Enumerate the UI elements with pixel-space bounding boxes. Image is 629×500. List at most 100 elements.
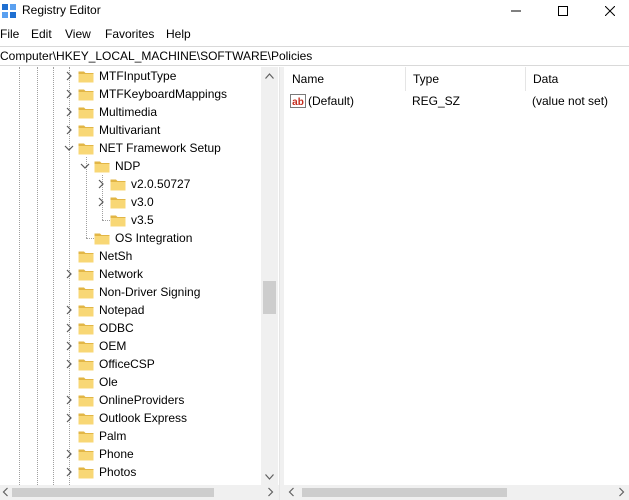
menu-view[interactable]: View: [65, 27, 91, 41]
chevron-down-icon[interactable]: [80, 161, 90, 171]
folder-icon: [94, 161, 110, 173]
folder-icon: [78, 377, 94, 389]
chevron-down-icon[interactable]: [64, 143, 74, 153]
tree-item-label: v3.0: [131, 195, 154, 209]
chevron-right-icon[interactable]: [616, 487, 626, 497]
chevron-right-icon[interactable]: [64, 89, 74, 99]
column-header-label: Name: [292, 72, 325, 86]
chevron-left-icon[interactable]: [287, 487, 297, 497]
menu-bar: File Edit View Favorites Help: [0, 26, 629, 44]
chevron-left-icon[interactable]: [1, 487, 11, 497]
scroll-thumb[interactable]: [302, 488, 507, 497]
scroll-up-button[interactable]: [261, 67, 278, 84]
folder-icon: [78, 143, 94, 155]
tree-item[interactable]: v3.5: [0, 211, 260, 229]
tree-item[interactable]: MTFInputType: [0, 67, 260, 85]
tree-item[interactable]: Non-Driver Signing: [0, 283, 260, 301]
chevron-right-icon[interactable]: [96, 179, 106, 189]
tree-item-label: OS Integration: [115, 231, 193, 245]
pane-splitter[interactable]: [279, 67, 284, 500]
folder-icon: [78, 107, 94, 119]
tree-item-label: MTFInputType: [99, 69, 177, 83]
list-horizontal-scrollbar[interactable]: [284, 485, 629, 500]
window-title: Registry Editor: [22, 3, 101, 17]
tree-item[interactable]: OS Integration: [0, 229, 260, 247]
column-header-name[interactable]: Name: [285, 67, 406, 91]
tree-item-label: Palm: [99, 429, 127, 443]
key-tree[interactable]: MTFInputType MTFKeyboardMappings Multimedi…: [0, 67, 279, 485]
value-data: (value not set): [532, 94, 609, 108]
tree-item-label: Outlook Express: [99, 411, 188, 425]
chevron-up-icon: [265, 72, 274, 79]
chevron-right-icon[interactable]: [64, 269, 74, 279]
menu-edit[interactable]: Edit: [31, 27, 52, 41]
maximize-button[interactable]: [540, 0, 586, 22]
tree-item[interactable]: Multimedia: [0, 103, 260, 121]
chevron-right-icon[interactable]: [64, 107, 74, 117]
chevron-right-icon[interactable]: [64, 125, 74, 135]
scroll-thumb[interactable]: [12, 488, 214, 497]
tree-item[interactable]: Palm: [0, 427, 260, 445]
registry-editor-icon: [2, 4, 16, 18]
tree-item-label: v2.0.50727: [131, 177, 191, 191]
minimize-button[interactable]: [493, 0, 539, 22]
tree-item[interactable]: OnlineProviders: [0, 391, 260, 409]
tree-item[interactable]: v3.0: [0, 193, 260, 211]
column-header-data[interactable]: Data: [526, 67, 629, 91]
tree-item[interactable]: MTFKeyboardMappings: [0, 85, 260, 103]
list-item[interactable]: ab (Default) REG_SZ (value not set): [285, 92, 629, 110]
chevron-right-icon[interactable]: [64, 71, 74, 81]
tree-item[interactable]: Network: [0, 265, 260, 283]
tree-item[interactable]: NetSh: [0, 247, 260, 265]
tree-item-label: Notepad: [99, 303, 145, 317]
tree-item-label: ODBC: [99, 321, 134, 335]
chevron-right-icon[interactable]: [64, 413, 74, 423]
scroll-down-button[interactable]: [261, 468, 278, 485]
chevron-right-icon[interactable]: [265, 487, 275, 497]
values-list[interactable]: Name Type Data ab (Default) REG_SZ (valu…: [285, 67, 629, 485]
tree-vertical-scrollbar[interactable]: [261, 67, 278, 485]
folder-icon: [78, 287, 94, 299]
menu-help[interactable]: Help: [166, 27, 191, 41]
tree-item[interactable]: OfficeCSP: [0, 355, 260, 373]
tree-item[interactable]: Phone: [0, 445, 260, 463]
tree-horizontal-scrollbar[interactable]: [0, 485, 279, 500]
chevron-right-icon[interactable]: [96, 197, 106, 207]
address-bar[interactable]: Computer\HKEY_LOCAL_MACHINE\SOFTWARE\Pol…: [0, 46, 629, 66]
tree-item[interactable]: Outlook Express: [0, 409, 260, 427]
chevron-right-icon[interactable]: [64, 305, 74, 315]
chevron-right-icon[interactable]: [64, 395, 74, 405]
chevron-right-icon[interactable]: [64, 449, 74, 459]
tree-item[interactable]: Photos: [0, 463, 260, 481]
folder-icon: [78, 341, 94, 353]
chevron-right-icon[interactable]: [64, 341, 74, 351]
tree-item[interactable]: Notepad: [0, 301, 260, 319]
minimize-icon: [511, 10, 521, 12]
chevron-right-icon[interactable]: [64, 323, 74, 333]
tree-item-label: MTFKeyboardMappings: [99, 87, 228, 101]
folder-icon: [78, 413, 94, 425]
tree-item[interactable]: NDP: [0, 157, 260, 175]
scroll-thumb[interactable]: [263, 281, 276, 314]
tree-item[interactable]: NET Framework Setup: [0, 139, 260, 157]
chevron-right-icon[interactable]: [64, 359, 74, 369]
menu-favorites[interactable]: Favorites: [105, 27, 154, 41]
tree-item[interactable]: Ole: [0, 373, 260, 391]
tree-item[interactable]: v2.0.50727: [0, 175, 260, 193]
tree-item-label: Multivariant: [99, 123, 161, 137]
folder-icon: [78, 251, 94, 263]
tree-item-label: OEM: [99, 339, 127, 353]
column-header-type[interactable]: Type: [406, 67, 526, 91]
tree-item[interactable]: OEM: [0, 337, 260, 355]
folder-icon: [110, 179, 126, 191]
tree-item-label: Photos: [99, 465, 137, 479]
folder-icon: [78, 323, 94, 335]
menu-file[interactable]: File: [0, 27, 19, 41]
close-icon: [605, 6, 615, 16]
close-button[interactable]: [587, 0, 629, 22]
address-path: Computer\HKEY_LOCAL_MACHINE\SOFTWARE\Pol…: [0, 49, 313, 63]
tree-item[interactable]: ODBC: [0, 319, 260, 337]
list-header: Name Type Data: [285, 67, 629, 91]
chevron-right-icon[interactable]: [64, 467, 74, 477]
tree-item[interactable]: Multivariant: [0, 121, 260, 139]
